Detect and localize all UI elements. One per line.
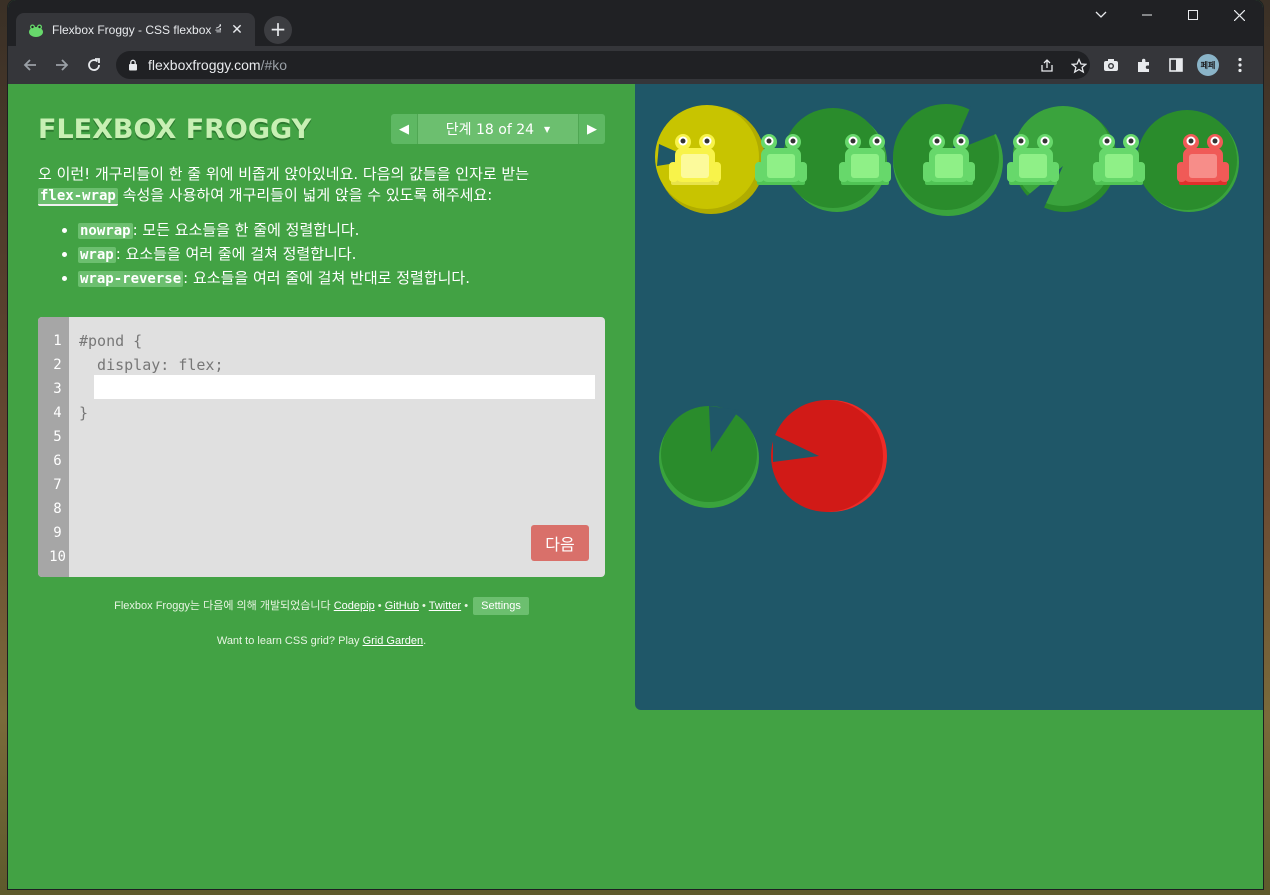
list-item: nowrap: 모든 요소들을 한 줄에 정렬합니다.: [78, 219, 470, 242]
yellow-frog: [669, 134, 721, 185]
tab-strip: Flexbox Froggy - CSS flexbox 속 ✕ +: [8, 0, 1263, 46]
twitter-link[interactable]: Twitter: [429, 600, 461, 612]
css-editor: 1 2 3 4 5 6 7 8 9 10 #pond { display: fl…: [38, 317, 605, 577]
instructions-text: 오 이런! 개구리들이 한 줄 위에 비좁게 앉아있네요. 다음의 값들을 인자…: [38, 165, 530, 206]
maximize-icon[interactable]: [1170, 0, 1216, 30]
tab-close-icon[interactable]: ✕: [229, 22, 245, 38]
next-button[interactable]: 다음: [531, 525, 589, 561]
property-code: flex-wrap: [38, 188, 118, 206]
tab-title: Flexbox Froggy - CSS flexbox 속: [52, 23, 221, 37]
level-navigator: ◀ 단계 18 of 24 ▼ ▶: [391, 114, 605, 144]
back-icon[interactable]: [17, 52, 43, 78]
lock-icon[interactable]: [128, 56, 138, 75]
level-indicator[interactable]: 단계 18 of 24 ▼: [417, 114, 579, 144]
pond: [635, 84, 1263, 710]
level-dropdown-caret-icon: ▼: [544, 124, 551, 134]
list-item: wrap: 요소들을 여러 줄에 걸쳐 정렬합니다.: [78, 243, 470, 266]
green-frog: [755, 134, 807, 185]
new-tab-button[interactable]: +: [264, 16, 292, 44]
grid-garden-promo: Want to learn CSS grid? Play Grid Garden…: [216, 635, 427, 647]
reload-icon[interactable]: [81, 52, 107, 78]
green-lilypad: [659, 406, 759, 508]
browser-toolbar: flexboxfroggy.com/#ko 페페: [8, 46, 1263, 84]
close-window-icon[interactable]: [1216, 0, 1262, 30]
extensions-puzzle-icon[interactable]: [1133, 54, 1155, 76]
camera-extension-icon[interactable]: [1100, 54, 1122, 76]
previous-level-button[interactable]: ◀: [391, 114, 417, 144]
list-item: wrap-reverse: 요소들을 여러 줄에 걸쳐 반대로 정렬합니다.: [78, 267, 470, 290]
profile-avatar[interactable]: 페페: [1197, 54, 1219, 76]
github-link[interactable]: GitHub: [385, 600, 419, 612]
green-frog: [1093, 134, 1145, 185]
green-frog: [923, 134, 975, 185]
frog-favicon-icon: [28, 22, 44, 38]
level-label: 단계 18 of 24: [445, 122, 535, 138]
browser-tab[interactable]: Flexbox Froggy - CSS flexbox 속 ✕: [16, 13, 255, 46]
next-level-button[interactable]: ▶: [579, 114, 605, 144]
bookmark-star-icon[interactable]: [1068, 55, 1090, 77]
minimize-icon[interactable]: [1124, 0, 1170, 30]
side-panel-icon[interactable]: [1165, 54, 1187, 76]
forward-icon[interactable]: [49, 52, 75, 78]
css-code-input[interactable]: [94, 375, 595, 399]
address-bar[interactable]: flexboxfroggy.com/#ko: [116, 51, 1090, 79]
site-logo[interactable]: FLEXBOX FROGGY: [38, 114, 311, 145]
tab-search-icon[interactable]: [1078, 0, 1124, 30]
settings-button[interactable]: Settings: [473, 597, 529, 615]
share-icon[interactable]: [1036, 55, 1058, 77]
codepip-link[interactable]: Codepip: [334, 600, 375, 612]
red-lilypad: [771, 400, 887, 512]
credits: Flexbox Froggy는 다음에 의해 개발되었습니다 Codepip •…: [38, 597, 605, 615]
green-frog: [839, 134, 891, 185]
page-content: FLEXBOX FROGGY ◀ 단계 18 of 24 ▼ ▶ 오 이런! 개…: [8, 84, 1263, 889]
profile-initials: 페페: [1197, 54, 1219, 76]
url-text: flexboxfroggy.com/#ko: [148, 57, 288, 73]
line-number-gutter: 1 2 3 4 5 6 7 8 9 10: [38, 317, 69, 577]
red-frog: [1177, 134, 1229, 185]
options-list: nowrap: 모든 요소들을 한 줄에 정렬합니다. wrap: 요소들을 여…: [78, 219, 470, 291]
grid-garden-link[interactable]: Grid Garden: [363, 635, 424, 647]
green-frog: [1007, 134, 1059, 185]
menu-kebab-icon[interactable]: [1229, 54, 1251, 76]
browser-window: Flexbox Froggy - CSS flexbox 속 ✕ + flexb…: [8, 0, 1263, 889]
